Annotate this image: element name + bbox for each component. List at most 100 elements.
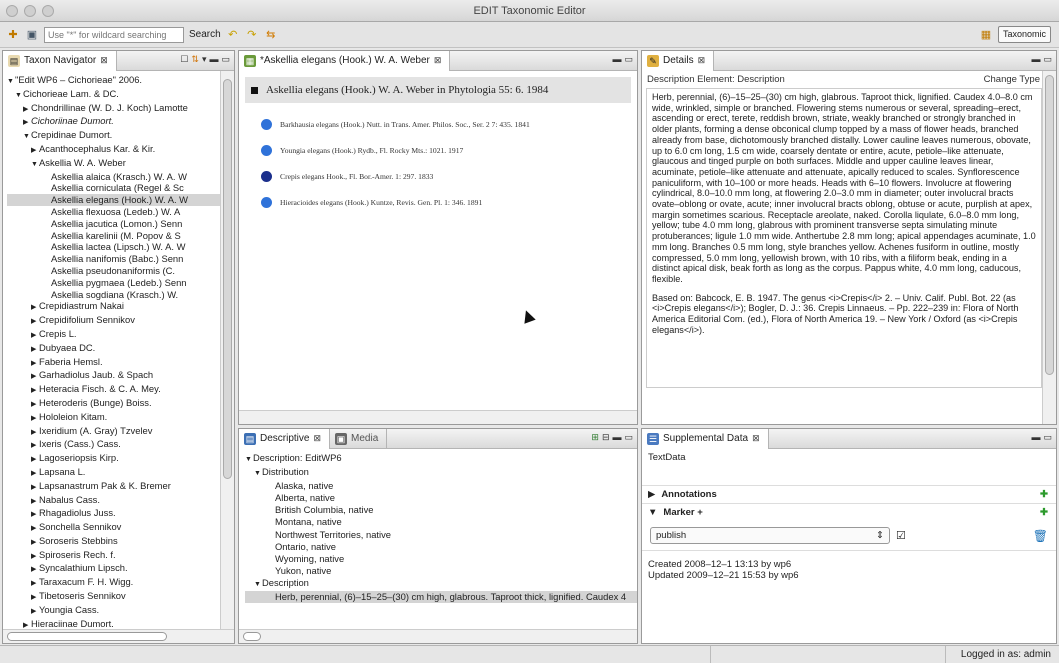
tree-item[interactable]: ▶ Hololeion Kitam. (7, 411, 234, 425)
expanded-icon[interactable]: ▼ (254, 468, 262, 480)
tree-item[interactable]: ▶ Ixeridium (A. Gray) Tzvelev (7, 425, 234, 439)
collapsed-icon[interactable]: ▶ (31, 606, 39, 618)
collapsed-icon[interactable]: ▶ (31, 316, 39, 328)
description-text-area[interactable]: Herb, perennial, (6)–15–25–(30) cm high,… (646, 88, 1042, 388)
add-marker-icon[interactable]: ✚ (1040, 507, 1048, 518)
collapsed-icon[interactable]: ▶ (31, 564, 39, 576)
add-annotation-icon[interactable]: ✚ (1040, 489, 1048, 500)
new-taxon-icon[interactable]: ✚ (6, 28, 20, 42)
perspective-taxonomic-button[interactable]: Taxonomic (997, 26, 1051, 43)
collapsed-icon[interactable]: ▶ (31, 482, 39, 494)
tree-item[interactable]: Askellia alaica (Krasch.) W. A. W (7, 171, 234, 183)
collapsed-icon[interactable]: ▶ (31, 523, 39, 535)
tree-item[interactable]: ▶ Lapsana L. (7, 466, 234, 480)
annotations-section[interactable]: ▶ Annotations ✚ (642, 485, 1056, 503)
expand-all-icon[interactable]: ⊞ (591, 432, 599, 443)
description-tree-item[interactable]: Yukon, native (245, 565, 637, 577)
minimize-icon[interactable]: ▬ (612, 54, 621, 65)
close-tab-icon[interactable]: ⊠ (752, 433, 760, 444)
minimize-icon[interactable]: ▬ (612, 432, 621, 443)
maximize-icon[interactable]: ▭ (1043, 432, 1052, 443)
collapsed-icon[interactable]: ▶ (31, 496, 39, 508)
tree-item[interactable]: ▶ Lagoseriopsis Kirp. (7, 452, 234, 466)
tree-item[interactable]: ▶ Nabalus Cass. (7, 494, 234, 508)
collapsed-icon[interactable]: ▶ (31, 551, 39, 563)
editor-horizontal-scrollbar[interactable] (239, 410, 637, 424)
delete-marker-icon[interactable]: 🗑 (1033, 529, 1048, 543)
search-button[interactable]: Search (189, 29, 221, 40)
collapsed-icon[interactable]: ▶ (31, 330, 39, 342)
tree-item[interactable]: Askellia pygmaea (Ledeb.) Senn (7, 277, 234, 289)
tree-item[interactable]: ▶ Rhagadiolus Juss. (7, 507, 234, 521)
tree-item[interactable]: ▶ Heteroderis (Bunge) Boiss. (7, 397, 234, 411)
redo-icon[interactable]: ↷ (245, 28, 259, 42)
tree-item[interactable]: ▶ Dubyaea DC. (7, 342, 234, 356)
tree-item[interactable]: ▶ Crepidiastrum Nakai (7, 300, 234, 314)
close-tab-icon[interactable]: ⊠ (313, 433, 321, 444)
description-tree-item[interactable]: British Columbia, native (245, 504, 637, 516)
collapsed-icon[interactable]: ▶ (31, 454, 39, 466)
expanded-icon[interactable]: ▼ (31, 159, 39, 171)
synonym-row[interactable]: Barkhausia elegans (Hook.) Nutt. in Tran… (261, 111, 637, 137)
minimize-window-button[interactable] (24, 5, 36, 17)
tree-item[interactable]: Askellia sogdiana (Krasch.) W. (7, 289, 234, 301)
description-tree-item[interactable]: Ontario, native (245, 541, 637, 553)
tab-name-editor[interactable]: ▦ *Askellia elegans (Hook.) W. A. Weber … (239, 51, 451, 71)
link-with-editor-icon[interactable]: ⇅ (191, 54, 199, 65)
tree-item[interactable]: ▶ Crepidifolium Sennikov (7, 314, 234, 328)
tree-item[interactable]: ▶ Tibetoseris Sennikov (7, 590, 234, 604)
expanded-icon[interactable]: ▼ (254, 579, 262, 591)
tree-item[interactable]: ▶ Faberia Hemsl. (7, 356, 234, 370)
synonym-row[interactable]: Hieracioides elegans (Hook.) Kuntze, Rev… (261, 189, 637, 215)
collapse-all-icon[interactable]: ⊟ (602, 432, 610, 443)
description-tree-item[interactable]: Wyoming, native (245, 553, 637, 565)
tree-item[interactable]: ▶ Ixeris (Cass.) Cass. (7, 438, 234, 452)
change-type-link[interactable]: Change Type (984, 74, 1040, 85)
tree-item[interactable]: ▶ Garhadiolus Jaub. & Spach (7, 369, 234, 383)
description-tree-item[interactable]: Alberta, native (245, 492, 637, 504)
tree-item[interactable]: Askellia flexuosa (Ledeb.) W. A (7, 206, 234, 218)
undo-icon[interactable]: ↶ (226, 28, 240, 42)
tree-item[interactable]: ▼Crepidinae Dumort. (7, 129, 234, 143)
collapsed-icon[interactable]: ▶ (31, 344, 39, 356)
navigator-horizontal-scrollbar[interactable] (3, 629, 234, 643)
tab-media[interactable]: ▣ Media (330, 429, 388, 449)
zoom-window-button[interactable] (42, 5, 54, 17)
window-controls[interactable] (6, 5, 54, 17)
link-icon[interactable]: ⇆ (264, 28, 278, 42)
close-tab-icon[interactable]: ⊠ (100, 55, 108, 66)
collapsed-icon[interactable]: ▶ (31, 427, 39, 439)
view-menu-icon[interactable]: ▾ (202, 54, 207, 65)
accepted-name[interactable]: Askellia elegans (Hook.) W. A. Weber in … (245, 77, 631, 103)
collapsed-icon[interactable]: ▶ (31, 399, 39, 411)
expanded-icon[interactable]: ▼ (7, 76, 15, 88)
expanded-icon[interactable]: ▼ (15, 90, 23, 102)
description-tree-item[interactable]: Montana, native (245, 516, 637, 528)
close-tab-icon[interactable]: ⊠ (698, 55, 706, 66)
description-tree-item[interactable]: Herb, perennial, (6)–15–25–(30) cm high,… (245, 591, 637, 604)
marker-section[interactable]: ▼ Marker + ✚ (642, 503, 1056, 521)
description-tree-item[interactable]: Alaska, native (245, 480, 637, 492)
tree-item[interactable]: Askellia karelinii (M. Popov & S (7, 230, 234, 242)
tree-item[interactable]: ▶ Syncalathium Lipsch. (7, 562, 234, 576)
tab-supplemental[interactable]: ☰ Supplemental Data ⊠ (642, 429, 769, 449)
marker-select[interactable]: publish ⇕ (650, 527, 890, 544)
maximize-icon[interactable]: ▭ (221, 54, 230, 65)
details-vertical-scrollbar[interactable] (1042, 71, 1056, 424)
tree-item[interactable]: Askellia elegans (Hook.) W. A. W (7, 194, 234, 206)
maximize-icon[interactable]: ▭ (624, 432, 633, 443)
tree-item[interactable]: ▼Askellia W. A. Weber (7, 157, 234, 171)
collapsed-icon[interactable]: ▶ (31, 358, 39, 370)
collapsed-icon[interactable]: ▶ (31, 468, 39, 480)
description-tree-item[interactable]: ▼Description: EditWP6 (245, 452, 637, 466)
minimize-icon[interactable]: ▬ (1031, 54, 1040, 65)
collapsed-icon[interactable]: ▶ (31, 537, 39, 549)
description-tree-item[interactable]: ▼Distribution (245, 466, 637, 480)
tree-item[interactable]: Askellia nanifomis (Babc.) Senn (7, 253, 234, 265)
descriptive-horizontal-scrollbar[interactable] (239, 629, 637, 643)
tree-item[interactable]: ▶ Taraxacum F. H. Wigg. (7, 576, 234, 590)
expanded-icon[interactable]: ▼ (23, 131, 31, 143)
collapsed-icon[interactable]: ▶ (31, 302, 39, 314)
taxon-tree[interactable]: ▼"Edit WP6 – Cichorieae" 2006. ▼Cichoriea… (3, 71, 234, 643)
description-tree-item[interactable]: Northwest Territories, native (245, 529, 637, 541)
